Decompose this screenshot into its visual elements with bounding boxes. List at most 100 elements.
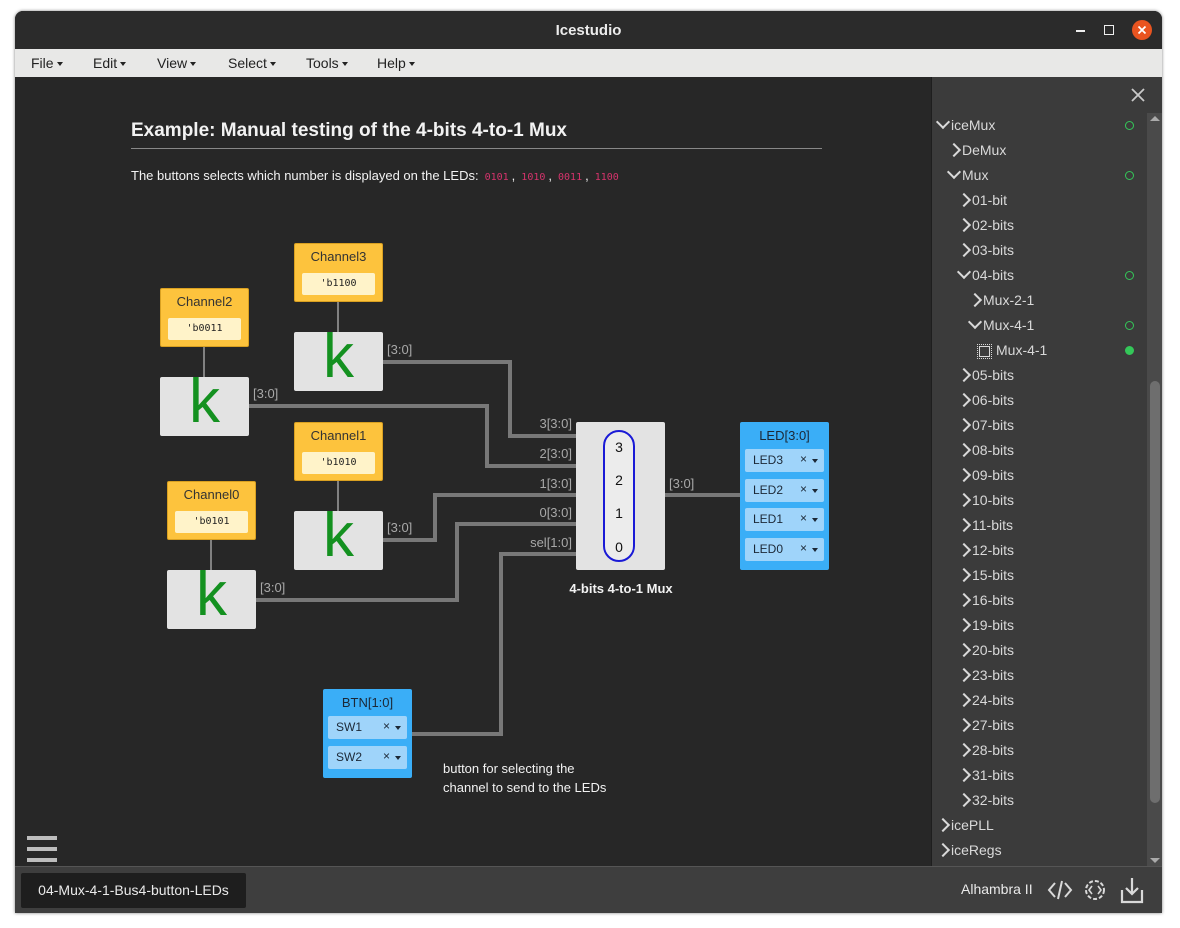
constant-block-channel2[interactable]: k — [160, 367, 249, 436]
tree-item[interactable]: 07-bits — [956, 413, 1014, 438]
tree-item[interactable]: 19-bits — [956, 613, 1014, 638]
output-led-block[interactable]: LED[3:0] LED3 × LED2 × LED1 × LED0 × — [740, 422, 829, 570]
chevron-right-icon[interactable] — [956, 392, 972, 408]
menu-edit[interactable]: Edit — [93, 55, 126, 71]
constant-value-field[interactable]: 'b1100 — [302, 273, 375, 295]
scroll-up-icon[interactable] — [1150, 116, 1160, 121]
chevron-right-icon[interactable] — [935, 842, 951, 858]
constant-channel3[interactable]: Channel3 'b1100 — [294, 243, 383, 302]
constant-channel0[interactable]: Channel0 'b0101 — [167, 481, 256, 540]
tree-item[interactable]: 20-bits — [956, 638, 1014, 663]
constant-value-field[interactable]: 'b0011 — [168, 318, 241, 340]
download-icon[interactable] — [1118, 876, 1146, 906]
chevron-right-icon[interactable] — [956, 492, 972, 508]
chevron-right-icon[interactable] — [956, 617, 972, 633]
tree-item[interactable]: 28-bits — [956, 738, 1014, 763]
board-selector[interactable]: Alhambra II — [961, 881, 1033, 897]
chevron-down-icon[interactable] — [967, 314, 983, 330]
tree-item[interactable]: 03-bits — [956, 238, 1014, 263]
settings-code-icon[interactable] — [1081, 876, 1109, 904]
tree-item[interactable]: 16-bits — [956, 588, 1014, 613]
remove-pin-icon[interactable]: × — [800, 541, 807, 555]
scroll-down-icon[interactable] — [1150, 858, 1160, 863]
menu-view[interactable]: View — [157, 55, 196, 71]
tree-item[interactable]: iceMux — [935, 113, 995, 138]
pin-select-led2[interactable]: LED2 × — [745, 479, 824, 502]
tree-item[interactable]: Mux — [946, 163, 988, 188]
constant-channel1[interactable]: Channel1 'b1010 — [294, 422, 383, 481]
tree-item[interactable]: 32-bits — [956, 788, 1014, 813]
chevron-down-icon[interactable] — [395, 726, 401, 730]
chevron-right-icon[interactable] — [956, 367, 972, 383]
tree-item[interactable]: 24-bits — [956, 688, 1014, 713]
menu-select[interactable]: Select — [228, 55, 276, 71]
tree-item[interactable]: 09-bits — [956, 463, 1014, 488]
tree-item[interactable]: 02-bits — [956, 213, 1014, 238]
code-icon[interactable] — [1046, 876, 1074, 904]
tree-item[interactable]: 10-bits — [956, 488, 1014, 513]
tree-item[interactable]: 31-bits — [956, 763, 1014, 788]
chevron-right-icon[interactable] — [956, 667, 972, 683]
remove-pin-icon[interactable]: × — [800, 452, 807, 466]
menu-file[interactable]: File — [31, 55, 63, 71]
tree-item[interactable]: 23-bits — [956, 663, 1014, 688]
constant-block-channel3[interactable]: k — [294, 322, 383, 391]
chevron-right-icon[interactable] — [956, 417, 972, 433]
chevron-down-icon[interactable] — [946, 164, 962, 180]
tree-item[interactable]: 15-bits — [956, 563, 1014, 588]
input-button-block[interactable]: BTN[1:0] SW1 × SW2 × — [323, 689, 412, 778]
minimize-button[interactable] — [1071, 20, 1091, 40]
sidebar-scrollbar[interactable] — [1147, 113, 1162, 866]
chevron-down-icon[interactable] — [956, 264, 972, 280]
chevron-right-icon[interactable] — [956, 442, 972, 458]
pin-select-led0[interactable]: LED0 × — [745, 538, 824, 561]
chevron-down-icon[interactable] — [812, 489, 818, 493]
menu-tools[interactable]: Tools — [306, 55, 348, 71]
file-tab[interactable]: 04-Mux-4-1-Bus4-button-LEDs — [21, 873, 246, 908]
scrollbar-thumb[interactable] — [1150, 381, 1160, 803]
chevron-right-icon[interactable] — [956, 467, 972, 483]
menu-help[interactable]: Help — [377, 55, 415, 71]
pin-select-led3[interactable]: LED3 × — [745, 449, 824, 472]
chevron-down-icon[interactable] — [812, 459, 818, 463]
chevron-right-icon[interactable] — [956, 792, 972, 808]
chevron-right-icon[interactable] — [956, 642, 972, 658]
chevron-down-icon[interactable] — [395, 756, 401, 760]
close-sidebar-button[interactable] — [1130, 83, 1146, 109]
mux-block[interactable]: 3 2 1 0 — [576, 422, 665, 570]
chevron-right-icon[interactable] — [956, 767, 972, 783]
chevron-right-icon[interactable] — [956, 592, 972, 608]
chevron-right-icon[interactable] — [956, 242, 972, 258]
tree-item[interactable]: Mux-4-1 — [977, 338, 1047, 363]
constant-value-field[interactable]: 'b0101 — [175, 511, 248, 533]
tree-item[interactable]: 01-bit — [956, 188, 1007, 213]
chevron-right-icon[interactable] — [956, 567, 972, 583]
chevron-down-icon[interactable] — [935, 114, 951, 130]
pin-select-sw1[interactable]: SW1 × — [328, 716, 407, 739]
remove-pin-icon[interactable]: × — [800, 511, 807, 525]
chevron-right-icon[interactable] — [967, 292, 983, 308]
chevron-right-icon[interactable] — [935, 817, 951, 833]
hamburger-menu-icon[interactable] — [27, 836, 57, 862]
close-window-button[interactable] — [1132, 20, 1152, 40]
chevron-right-icon[interactable] — [956, 517, 972, 533]
tree-item[interactable]: 12-bits — [956, 538, 1014, 563]
tree-item[interactable]: 05-bits — [956, 363, 1014, 388]
remove-pin-icon[interactable]: × — [800, 482, 807, 496]
constant-block-channel1[interactable]: k — [294, 501, 383, 570]
pin-select-led1[interactable]: LED1 × — [745, 508, 824, 531]
tree-item[interactable]: 04-bits — [956, 263, 1014, 288]
tree-item[interactable]: Mux-2-1 — [967, 288, 1034, 313]
chevron-right-icon[interactable] — [956, 692, 972, 708]
tree-item[interactable]: 11-bits — [956, 513, 1013, 538]
remove-pin-icon[interactable]: × — [383, 749, 390, 763]
maximize-button[interactable] — [1099, 20, 1119, 40]
chevron-right-icon[interactable] — [956, 542, 972, 558]
chevron-right-icon[interactable] — [956, 192, 972, 208]
tree-item[interactable]: iceRegs — [935, 838, 1002, 863]
tree-item[interactable]: icePLL — [935, 813, 994, 838]
pin-select-sw2[interactable]: SW2 × — [328, 746, 407, 769]
chevron-right-icon[interactable] — [956, 717, 972, 733]
chevron-right-icon[interactable] — [956, 217, 972, 233]
tree-item[interactable]: DeMux — [946, 138, 1006, 163]
